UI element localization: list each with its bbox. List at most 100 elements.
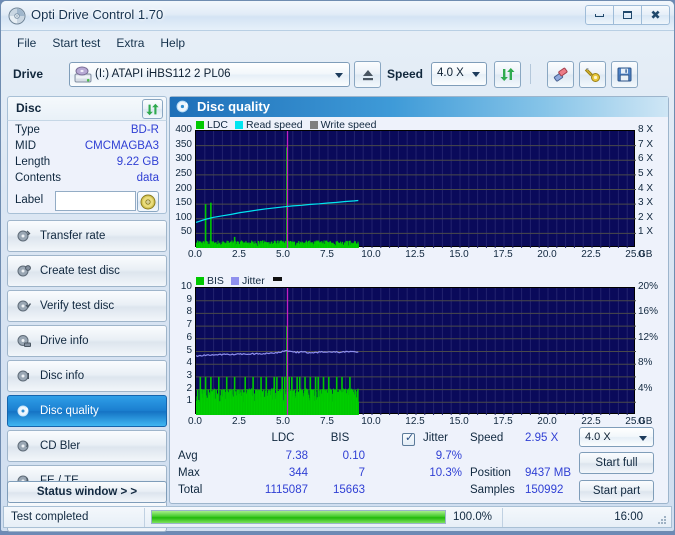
status-window-button[interactable]: Status window > >: [7, 481, 167, 503]
maximize-button[interactable]: [613, 5, 642, 25]
chevron-down-icon: [639, 436, 647, 441]
results-row-avg-jitter: 9.7%: [435, 450, 462, 462]
jitter-checkbox[interactable]: ✓: [402, 432, 415, 446]
disc-refresh-button[interactable]: [142, 99, 163, 119]
sidebar-item-label: CD Bler: [40, 440, 81, 452]
minimize-icon: [595, 13, 604, 17]
status-bar: Test completed 100.0% 16:00: [3, 506, 672, 528]
speed-value: 4.0 X: [437, 67, 464, 79]
disc-row-mid: MID CMCMAGBA3: [15, 140, 159, 156]
title-bar: Opti Drive Control 1.70 ✖: [1, 1, 674, 31]
results-row-avg-ldc: 7.38: [285, 450, 308, 462]
drive-label: Drive: [13, 67, 44, 81]
legend-swatch-write-speed: [309, 121, 318, 129]
axis-tick-label: 0.0: [188, 416, 202, 427]
window-title: Opti Drive Control 1.70: [31, 7, 164, 22]
status-text: Test completed: [11, 511, 89, 523]
summary-samples-value: 150992: [525, 484, 564, 496]
sidebar-item-label: Create test disc: [40, 265, 120, 277]
results-row-total-bis: 15663: [333, 484, 365, 496]
drive-value: (I:) ATAPI iHBS112 2 PL06: [95, 68, 231, 80]
results-col-jitter: Jitter: [423, 432, 448, 444]
app-icon: [8, 7, 26, 25]
summary-position-value: 9437 MB: [525, 467, 572, 479]
left-panel: Disc Type BD-R MID CMCMAGBA3 Length 9.22…: [7, 96, 167, 532]
tools-button[interactable]: [579, 61, 606, 88]
refresh-button[interactable]: [494, 61, 521, 88]
menu-item-start-test[interactable]: Start test: [45, 34, 107, 52]
refresh-icon: [500, 68, 515, 81]
axis-tick-label: 22.5: [581, 249, 601, 260]
results-row-max-ldc: 344: [288, 467, 308, 479]
summary-position-label: Position: [470, 467, 511, 479]
erase-button[interactable]: [547, 61, 574, 88]
axis-tick-label: 3 X: [638, 197, 654, 209]
save-icon: [617, 67, 632, 82]
menu-item-extra[interactable]: Extra: [109, 34, 151, 52]
resize-grip-icon[interactable]: [656, 513, 668, 525]
axis-tick-label: 2.5: [232, 416, 246, 427]
save-button[interactable]: [611, 61, 638, 88]
menu-item-help[interactable]: Help: [153, 34, 192, 52]
toolbar-separator: [530, 64, 531, 84]
disc-label-button[interactable]: [137, 191, 159, 212]
cd-icon: [140, 194, 156, 209]
axis-tick-label: 12.5: [405, 416, 425, 427]
results-col-ldc: LDC: [271, 432, 295, 444]
legend-swatch-read-speed: [235, 121, 244, 129]
axis-tick-label: 2: [186, 382, 192, 394]
disc-row-type: Type BD-R: [15, 124, 159, 140]
eject-button[interactable]: [354, 61, 381, 88]
close-button[interactable]: ✖: [641, 5, 670, 25]
axis-tick-label: 22.5: [581, 416, 601, 427]
summary-samples-label: Samples: [470, 484, 515, 496]
start-full-button[interactable]: Start full: [579, 452, 654, 474]
minimize-button[interactable]: [585, 5, 614, 25]
sidebar-item-transfer-rate[interactable]: Transfer rate: [7, 220, 167, 252]
axis-tick-label: 0.0: [188, 249, 202, 260]
sidebar-item-verify-test-disc[interactable]: Verify test disc: [7, 290, 167, 322]
sidebar-item-drive-info[interactable]: Drive info: [7, 325, 167, 357]
sidebar-item-create-test-disc[interactable]: Create test disc: [7, 255, 167, 287]
sidebar-item-cd-bler[interactable]: CD Bler: [7, 430, 167, 462]
axis-tick-label: 4%: [638, 382, 653, 394]
drive-select[interactable]: (I:) ATAPI iHBS112 2 PL06: [69, 62, 350, 87]
disc-info-list: Type BD-R MID CMCMAGBA3 Length 9.22 GB C…: [7, 120, 167, 214]
disc-label-input[interactable]: [55, 191, 136, 211]
axis-tick-label: 7.5: [320, 249, 334, 260]
axis-tick-label: 17.5: [493, 249, 513, 260]
disc-quality-icon: [176, 99, 191, 114]
results-row-max-bis: 7: [358, 467, 365, 479]
axis-tick-label: 9: [186, 293, 192, 305]
axis-tick-label: 20.0: [537, 416, 557, 427]
disc-drive-icon: [16, 333, 32, 349]
application-window: Opti Drive Control 1.70 ✖ File Start tes…: [0, 0, 675, 532]
axis-tick-label: GB: [638, 249, 653, 260]
disc-verify-icon: [16, 298, 32, 314]
status-time: 16:00: [614, 511, 643, 523]
sidebar-item-disc-quality[interactable]: Disc quality: [7, 395, 167, 427]
axis-tick-label: 8%: [638, 357, 653, 369]
chart-ldc-read-speed: [195, 130, 636, 248]
refresh-icon: [146, 103, 159, 115]
start-part-button[interactable]: Start part: [579, 480, 654, 502]
main-panel: Disc quality LDC Read speed Write speed …: [169, 96, 669, 504]
sidebar-item-disc-info[interactable]: Disc info: [7, 360, 167, 392]
axis-tick-label: 10.0: [361, 249, 381, 260]
results-row-total-label: Total: [178, 484, 203, 496]
page-title: Disc quality: [197, 99, 270, 114]
result-speed-select[interactable]: 4.0 X: [579, 427, 654, 447]
legend-swatch-ldc: [196, 121, 204, 129]
speed-select[interactable]: 4.0 X: [431, 62, 487, 86]
check-icon: ✓: [405, 432, 415, 444]
disc-label-key: Label: [15, 194, 44, 206]
menu-item-file[interactable]: File: [10, 34, 43, 52]
axis-tick-label: 4 X: [638, 182, 654, 194]
menu-bar: File Start test Extra Help: [2, 32, 673, 53]
chevron-down-icon: [335, 73, 343, 78]
axis-tick-label: 100: [175, 211, 192, 223]
disc-create-icon: [16, 263, 32, 279]
axis-tick-label: 3: [186, 369, 192, 381]
chart-2-legend: BIS Jitter: [196, 275, 282, 287]
axis-tick-label: 5 X: [638, 167, 654, 179]
